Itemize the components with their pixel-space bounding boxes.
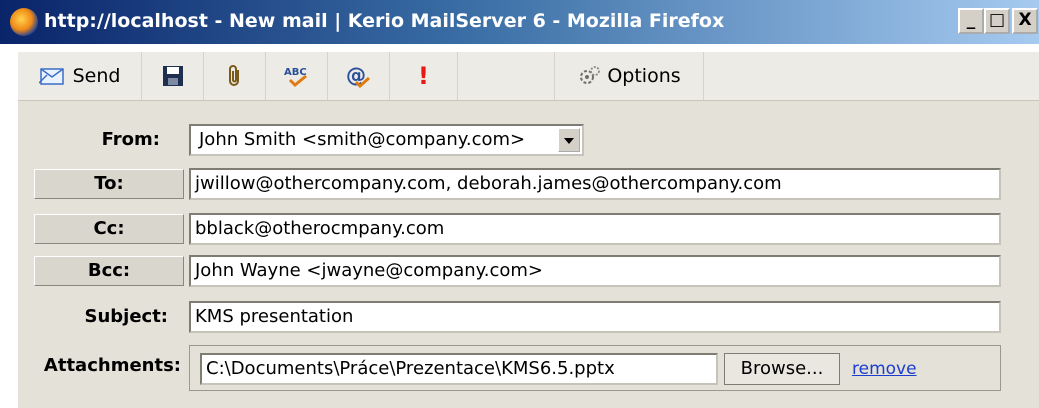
bcc-button[interactable]: Bcc: <box>34 256 184 286</box>
window-title: http://localhost - New mail | Kerio Mail… <box>44 10 725 32</box>
paperclip-icon <box>228 65 239 86</box>
bcc-input[interactable]: John Wayne <jwayne@company.com> <box>189 255 1001 287</box>
attachments-area: C:\Documents\Práce\Prezentace\KMS6.5.ppt… <box>189 345 1001 391</box>
priority-icon: ! <box>418 62 429 90</box>
from-label: From: <box>101 129 160 150</box>
from-select[interactable]: John Smith <smith@company.com> <box>189 124 584 156</box>
cc-input[interactable]: bblack@otherocmpany.com <box>189 213 1001 245</box>
minimize-button[interactable]: _ <box>958 8 984 34</box>
save-disk-icon <box>162 66 183 86</box>
to-button[interactable]: To: <box>34 169 184 199</box>
send-label: Send <box>72 65 121 87</box>
remove-link[interactable]: remove <box>852 359 917 379</box>
address-book-button[interactable]: @ <box>328 52 390 100</box>
attachment-path-input[interactable]: C:\Documents\Práce\Prezentace\KMS6.5.ppt… <box>200 353 718 385</box>
subject-input[interactable]: KMS presentation <box>189 301 1001 333</box>
close-button[interactable]: X <box>1012 8 1038 34</box>
attachments-label: Attachments: <box>43 355 181 376</box>
window-titlebar: http://localhost - New mail | Kerio Mail… <box>0 0 1039 44</box>
subject-label: Subject: <box>84 306 168 327</box>
from-value: John Smith <smith@company.com> <box>199 129 526 150</box>
save-button[interactable] <box>142 52 204 100</box>
cc-button[interactable]: Cc: <box>34 214 184 244</box>
to-input[interactable]: jwillow@othercompany.com, deborah.james@… <box>189 168 1001 200</box>
compose-toolbar: Send ABC @ ! Options <box>18 52 1039 101</box>
send-button[interactable]: Send <box>18 52 142 100</box>
address-book-icon: @ <box>346 64 370 88</box>
options-button[interactable]: Options <box>554 52 704 100</box>
attach-button[interactable] <box>204 52 266 100</box>
options-label: Options <box>607 65 681 87</box>
gear-icon <box>580 66 601 84</box>
browse-button[interactable]: Browse... <box>724 353 840 385</box>
spellcheck-button[interactable]: ABC <box>266 52 328 100</box>
spellcheck-icon: ABC <box>284 67 307 88</box>
firefox-icon <box>10 8 38 36</box>
maximize-button[interactable]: □ <box>984 8 1010 34</box>
chevron-down-icon[interactable] <box>558 128 580 152</box>
send-envelope-icon <box>38 68 64 85</box>
priority-button[interactable]: ! <box>390 52 458 100</box>
compose-form: From: John Smith <smith@company.com> To:… <box>18 101 1039 408</box>
